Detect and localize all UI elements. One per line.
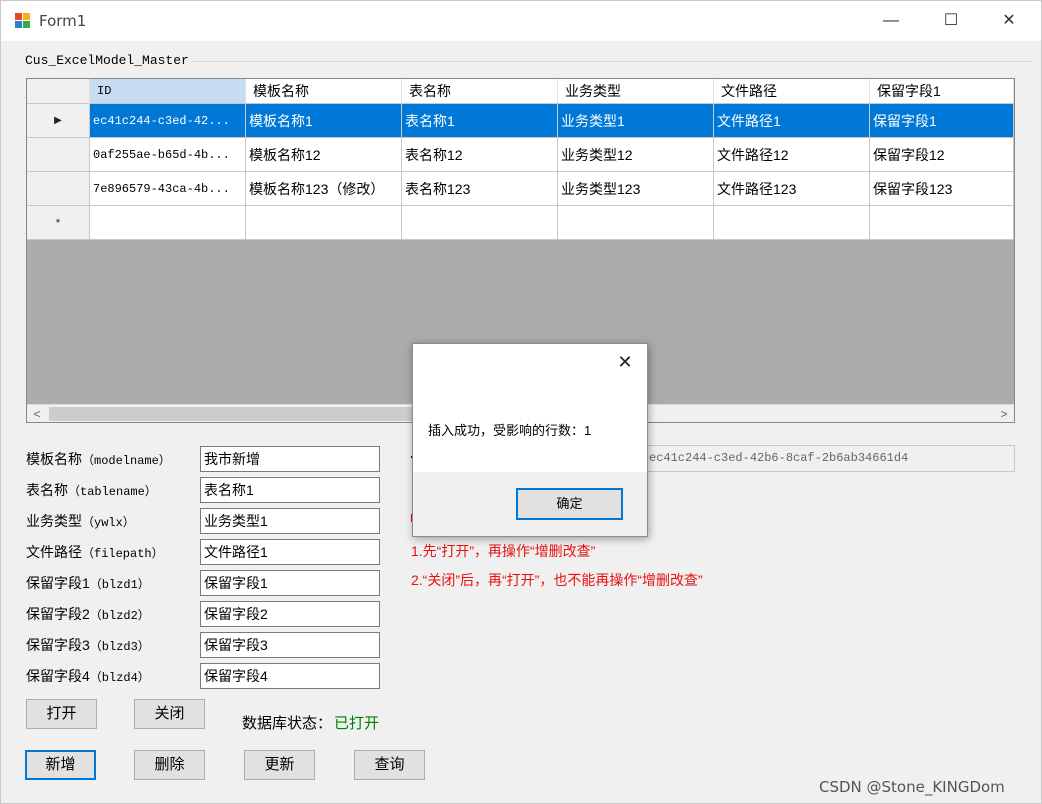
groupbox-label: Cus_ExcelModel_Master — [25, 53, 193, 68]
grid-cell[interactable]: 表名称12 — [402, 138, 558, 172]
blzd1-label: 保留字段1（blzd1） — [26, 575, 150, 592]
filepath-input[interactable]: 文件路径1 — [200, 539, 380, 565]
grid-cell[interactable]: 0af255ae-b65d-4b... — [90, 138, 246, 172]
column-header-tablename[interactable]: 表名称 — [402, 79, 558, 104]
grid-cell[interactable] — [558, 206, 714, 240]
grid-cell[interactable] — [870, 206, 1014, 240]
modelname-input[interactable]: 我市新增 — [200, 446, 380, 472]
blzd3-label: 保留字段3（blzd3） — [26, 637, 150, 654]
grid-cell[interactable] — [246, 206, 402, 240]
blzd4-input[interactable]: 保留字段4 — [200, 663, 380, 689]
add-button[interactable]: 新增 — [25, 750, 96, 780]
id-readonly-field[interactable]: ec41c244-c3ed-42b6-8caf-2b6ab34661d4 — [644, 445, 1015, 472]
grid-header-row: ID 模板名称 表名称 业务类型 文件路径 保留字段1 — [27, 79, 1014, 104]
minimize-button[interactable]: — — [863, 1, 919, 41]
grid-cell[interactable]: 业务类型1 — [558, 104, 714, 138]
grid-cell[interactable] — [402, 206, 558, 240]
blzd2-input[interactable]: 保留字段2 — [200, 601, 380, 627]
grid-cell[interactable]: 7e896579-43ca-4b... — [90, 172, 246, 206]
row-header[interactable] — [27, 138, 90, 172]
grid-cell[interactable]: 文件路径1 — [714, 104, 870, 138]
column-header-modelname[interactable]: 模板名称 — [246, 79, 402, 104]
blzd2-label: 保留字段2（blzd2） — [26, 606, 150, 623]
update-button[interactable]: 更新 — [244, 750, 315, 780]
row-header[interactable] — [27, 172, 90, 206]
column-header-filepath[interactable]: 文件路径 — [714, 79, 870, 104]
instruction-note-2: 2.“关闭”后，再“打开”，也不能再操作“增删改查” — [411, 572, 703, 588]
delete-button[interactable]: 删除 — [134, 750, 205, 780]
grid-cell[interactable]: 业务类型12 — [558, 138, 714, 172]
maximize-button[interactable]: ☐ — [923, 1, 979, 41]
current-row-indicator-icon[interactable]: ▶ — [27, 104, 90, 138]
message-dialog: ✕ 插入成功，受影响的行数：1 确定 — [412, 343, 648, 537]
grid-cell[interactable]: 文件路径12 — [714, 138, 870, 172]
ywlx-input[interactable]: 业务类型1 — [200, 508, 380, 534]
grid-cell[interactable]: 模板名称1 — [246, 104, 402, 138]
new-row-indicator-icon[interactable]: * — [27, 206, 90, 240]
db-status-label: 数据库状态： — [242, 715, 333, 732]
column-header-blzd1[interactable]: 保留字段1 — [870, 79, 1014, 104]
scroll-right-icon[interactable]: > — [994, 405, 1014, 422]
tablename-label: 表名称（tablename） — [26, 482, 157, 499]
grid-cell[interactable]: 表名称1 — [402, 104, 558, 138]
grid-corner-header[interactable] — [27, 79, 90, 104]
grid-cell[interactable]: 保留字段12 — [870, 138, 1014, 172]
open-button[interactable]: 打开 — [26, 699, 97, 729]
grid-cell[interactable]: 保留字段1 — [870, 104, 1014, 138]
dialog-message: 插入成功，受影响的行数：1 — [428, 423, 592, 438]
grid-cell[interactable]: 表名称123 — [402, 172, 558, 206]
grid-cell[interactable]: 保留字段123 — [870, 172, 1014, 206]
db-status-value: 已打开 — [334, 715, 380, 732]
form-app-icon — [15, 13, 31, 29]
grid-cell[interactable]: 业务类型123 — [558, 172, 714, 206]
table-row[interactable]: ▶ ec41c244-c3ed-42... 模板名称1 表名称1 业务类型1 文… — [27, 104, 1014, 138]
column-header-id[interactable]: ID — [90, 79, 246, 104]
ywlx-label: 业务类型（ywlx） — [26, 513, 135, 530]
blzd1-input[interactable]: 保留字段1 — [200, 570, 380, 596]
blzd3-input[interactable]: 保留字段3 — [200, 632, 380, 658]
query-button[interactable]: 查询 — [354, 750, 425, 780]
blzd4-label: 保留字段4（blzd4） — [26, 668, 150, 685]
dialog-footer: 确定 — [413, 472, 647, 536]
close-connection-button[interactable]: 关闭 — [134, 699, 205, 729]
modelname-label: 模板名称（modelname） — [26, 451, 171, 468]
groupbox-border — [191, 61, 1031, 62]
grid-cell[interactable] — [90, 206, 246, 240]
scroll-left-icon[interactable]: < — [27, 405, 47, 422]
grid-cell[interactable]: ec41c244-c3ed-42... — [90, 104, 246, 138]
instruction-note-1: 1.先“打开”，再操作“增删改查” — [411, 543, 596, 559]
grid-cell[interactable]: 模板名称12 — [246, 138, 402, 172]
new-row[interactable]: * — [27, 206, 1014, 240]
close-window-button[interactable]: ✕ — [981, 1, 1037, 41]
tablename-input[interactable]: 表名称1 — [200, 477, 380, 503]
scrollbar-thumb[interactable] — [49, 407, 429, 421]
table-row[interactable]: 0af255ae-b65d-4b... 模板名称12 表名称12 业务类型12 … — [27, 138, 1014, 172]
grid-cell[interactable]: 文件路径123 — [714, 172, 870, 206]
filepath-label: 文件路径（filepath） — [26, 544, 164, 561]
window-title: Form1 — [39, 12, 87, 30]
dialog-close-icon[interactable]: ✕ — [613, 350, 637, 374]
grid-cell[interactable] — [714, 206, 870, 240]
column-header-ywlx[interactable]: 业务类型 — [558, 79, 714, 104]
table-row[interactable]: 7e896579-43ca-4b... 模板名称123（修改） 表名称123 业… — [27, 172, 1014, 206]
watermark-text: CSDN @Stone_KINGDom — [819, 778, 1005, 796]
grid-cell[interactable]: 模板名称123（修改） — [246, 172, 402, 206]
dialog-ok-button[interactable]: 确定 — [516, 488, 623, 520]
title-bar: Form1 — ☐ ✕ — [1, 1, 1041, 41]
